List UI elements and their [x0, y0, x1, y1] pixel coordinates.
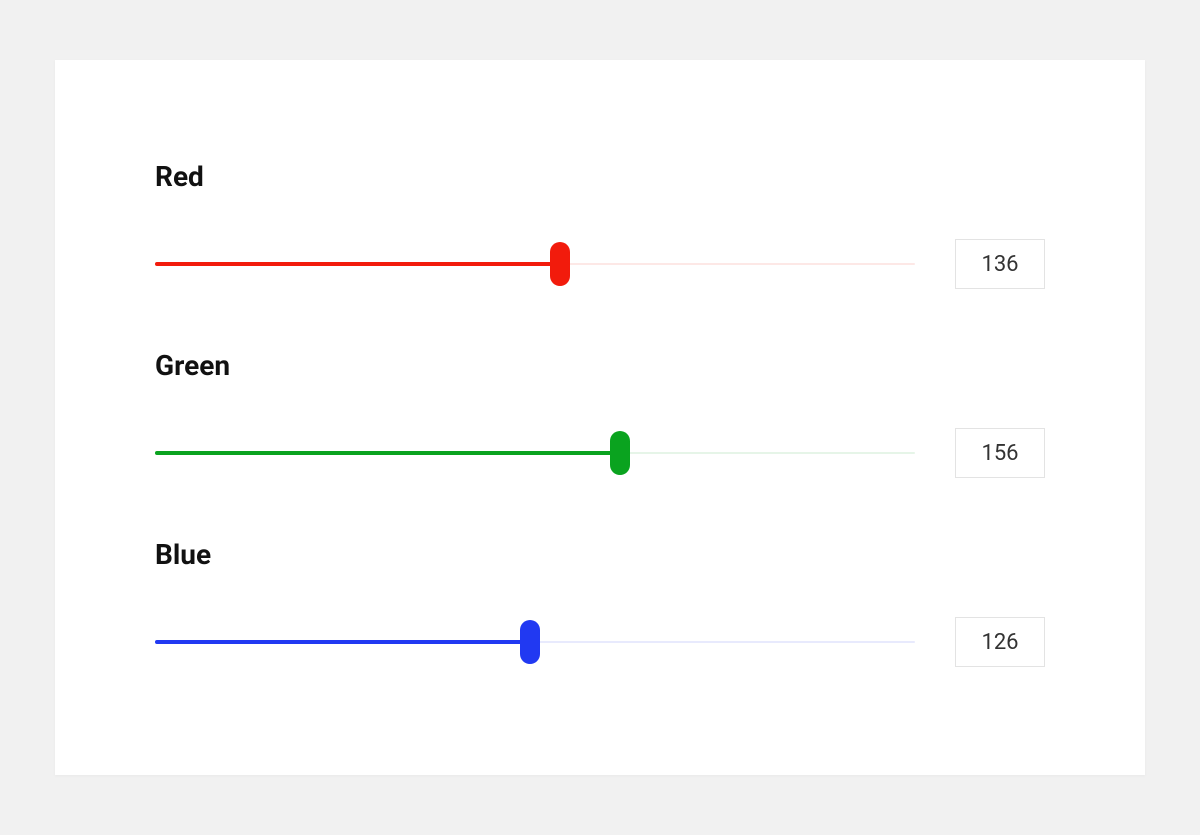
slider-thumb-green[interactable] — [610, 431, 630, 475]
slider-row-blue: 126 — [155, 617, 1045, 667]
slider-label-blue: Blue — [155, 538, 1045, 571]
slider-group-red: Red 136 — [155, 160, 1045, 289]
slider-track-fill-green — [155, 451, 620, 455]
slider-label-green: Green — [155, 349, 1045, 382]
slider-value-blue[interactable]: 126 — [955, 617, 1045, 667]
slider-label-red: Red — [155, 160, 1045, 193]
slider-thumb-red[interactable] — [550, 242, 570, 286]
slider-green[interactable] — [155, 433, 915, 473]
rgb-slider-card: Red 136 Green 156 Blue — [55, 60, 1145, 775]
slider-thumb-blue[interactable] — [520, 620, 540, 664]
slider-row-red: 136 — [155, 239, 1045, 289]
slider-blue[interactable] — [155, 622, 915, 662]
slider-track-fill-blue — [155, 640, 530, 644]
slider-track-fill-red — [155, 262, 560, 266]
slider-red[interactable] — [155, 244, 915, 284]
slider-group-green: Green 156 — [155, 349, 1045, 478]
slider-group-blue: Blue 126 — [155, 538, 1045, 667]
slider-value-red[interactable]: 136 — [955, 239, 1045, 289]
slider-value-green[interactable]: 156 — [955, 428, 1045, 478]
slider-row-green: 156 — [155, 428, 1045, 478]
